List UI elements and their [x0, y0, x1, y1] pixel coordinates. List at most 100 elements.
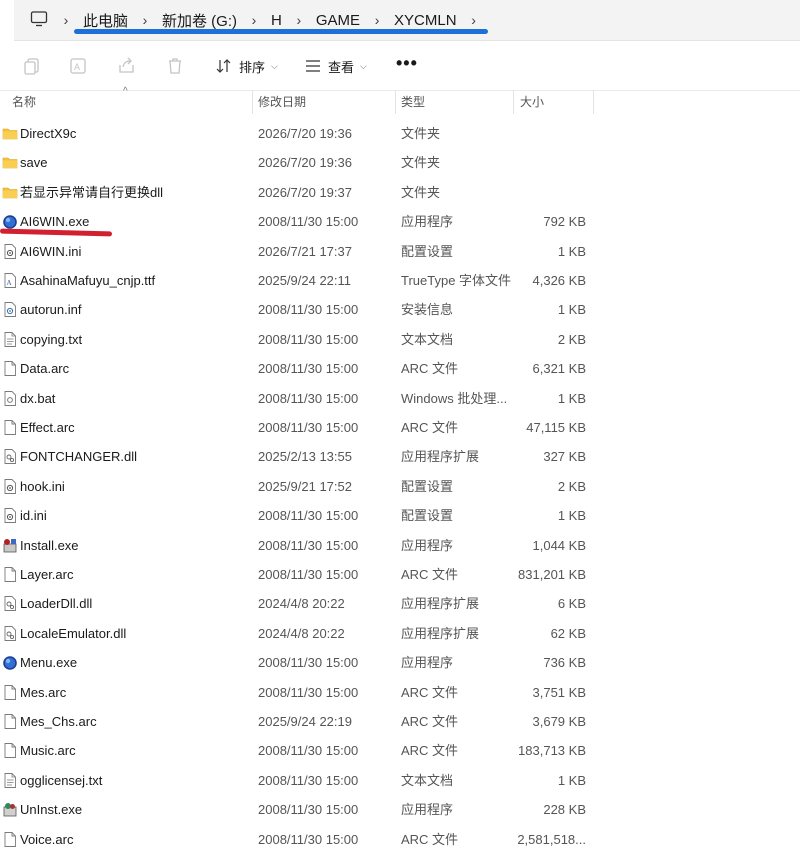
breadcrumb-this-pc[interactable]: 此电脑: [74, 10, 137, 31]
file-size: 1 KB: [557, 508, 586, 524]
computer-icon[interactable]: [30, 10, 48, 28]
share-icon[interactable]: [117, 56, 137, 76]
breadcrumb-xycmln[interactable]: XYCMLN: [385, 12, 466, 29]
file-name: FONTCHANGER.dll: [20, 449, 138, 465]
file-size: 3,751 KB: [532, 684, 587, 700]
file-row[interactable]: Menu.exe 2008/11/30 15:00 应用程序 736 KB: [0, 648, 800, 677]
blank-file-icon: [4, 567, 16, 582]
column-divider[interactable]: [513, 90, 514, 114]
blank-file-icon: [4, 743, 16, 759]
column-header-date[interactable]: 修改日期: [258, 90, 306, 114]
file-row[interactable]: Voice.arc 2008/11/30 15:00 ARC 文件 2,581,518…: [0, 825, 800, 854]
file-size: 1 KB: [557, 302, 586, 318]
file-type: TrueType 字体文件: [401, 273, 511, 288]
file-row[interactable]: Effect.arc 2008/11/30 15:00 ARC 文件 47,115 K…: [0, 413, 800, 442]
file-type: ARC 文件: [401, 361, 459, 377]
blue-globe-app-icon: [3, 215, 17, 229]
column-header-size[interactable]: 大小: [520, 90, 544, 114]
file-type: 文件夹: [401, 126, 441, 141]
file-size: 792 KB: [543, 214, 586, 230]
file-name: LoaderDll.dll: [20, 596, 93, 612]
delete-icon[interactable]: [165, 56, 185, 76]
file-type: 配置设置: [401, 478, 454, 494]
file-size: 2,581,518...: [517, 831, 586, 847]
file-type: 应用程序扩展: [401, 449, 480, 465]
file-row[interactable]: AI6WIN.exe 2008/11/30 15:00 应用程序 792 KB: [0, 207, 800, 236]
file-size: 183,713 KB: [518, 743, 586, 759]
file-row[interactable]: A AsahinaMafuyu_cnjp.ttf 2025/9/24 22:11 Tr…: [0, 266, 800, 295]
file-row[interactable]: LoaderDll.dll 2024/4/8 20:22 应用程序扩展 6 KB: [0, 589, 800, 618]
file-size: 6 KB: [557, 596, 586, 612]
file-row[interactable]: ogglicensej.txt 2008/11/30 15:00 文本文档 1 KB: [0, 766, 800, 795]
file-name: DirectX9c: [20, 126, 77, 141]
file-name: Music.arc: [20, 743, 76, 759]
copy-icon[interactable]: [22, 56, 42, 76]
file-date: 2008/11/30 15:00: [258, 420, 359, 435]
file-row[interactable]: dx.bat 2008/11/30 15:00 Windows 批处理... 1 KB: [0, 384, 800, 413]
file-name: AI6WIN.ini: [20, 243, 82, 259]
address-bar[interactable]: › 此电脑 › 新加卷 (G:) › H › GAME › XYCMLN ›: [14, 0, 800, 41]
file-date: 2008/11/30 15:00: [258, 214, 359, 230]
blank-file-icon: [4, 714, 16, 729]
file-row[interactable]: Music.arc 2008/11/30 15:00 ARC 文件 183,713 K…: [0, 736, 800, 765]
file-date: 2025/9/24 22:19: [258, 714, 352, 729]
file-row[interactable]: Install.exe 2008/11/30 15:00 应用程序 1,044 KB: [0, 531, 800, 560]
file-row[interactable]: Mes.arc 2008/11/30 15:00 ARC 文件 3,751 KB: [0, 678, 800, 707]
column-header-name[interactable]: 名称: [12, 90, 36, 114]
chevron-right-icon[interactable]: ›: [291, 0, 307, 40]
breadcrumb-h[interactable]: H: [262, 12, 291, 29]
chevron-down-icon: ⌵: [271, 60, 278, 71]
file-date: 2008/11/30 15:00: [258, 302, 359, 318]
file-type: 文本文档: [401, 331, 454, 347]
file-name: copying.txt: [20, 331, 83, 347]
installer-icon: [3, 538, 17, 552]
file-size: 1,044 KB: [532, 537, 587, 553]
file-size: 2 KB: [557, 478, 586, 494]
view-button[interactable]: 查看 ⌵: [304, 53, 367, 79]
file-name: hook.ini: [20, 478, 65, 494]
settings-file-icon: [4, 478, 16, 494]
file-date: 2025/9/24 22:11: [258, 273, 352, 288]
file-row[interactable]: save 2026/7/20 19:36 文件夹: [0, 148, 800, 177]
rename-icon[interactable]: A: [69, 56, 89, 76]
breadcrumb-game[interactable]: GAME: [307, 12, 369, 29]
file-row[interactable]: Mes_Chs.arc 2025/9/24 22:19 ARC 文件 3,679 KB: [0, 707, 800, 736]
file-type: 应用程序: [401, 214, 454, 230]
file-row[interactable]: FONTCHANGER.dll 2025/2/13 13:55 应用程序扩展 327 …: [0, 442, 800, 471]
chevron-right-icon[interactable]: ›: [466, 0, 482, 40]
breadcrumb-drive[interactable]: 新加卷 (G:): [153, 10, 246, 31]
file-row[interactable]: UnInst.exe 2008/11/30 15:00 应用程序 228 KB: [0, 795, 800, 824]
file-row[interactable]: id.ini 2008/11/30 15:00 配置设置 1 KB: [0, 501, 800, 530]
sort-button[interactable]: 排序 ⌵: [215, 53, 278, 79]
column-divider[interactable]: [593, 90, 594, 114]
svg-text:A: A: [74, 62, 80, 72]
file-row[interactable]: LocaleEmulator.dll 2024/4/8 20:22 应用程序扩展 62…: [0, 619, 800, 648]
file-row[interactable]: 若显示异常请自行更换dll 2026/7/20 19:37 文件夹: [0, 178, 800, 207]
file-row[interactable]: DirectX9c 2026/7/20 19:36 文件夹: [0, 119, 800, 148]
file-row[interactable]: Data.arc 2008/11/30 15:00 ARC 文件 6,321 KB: [0, 354, 800, 383]
file-date: 2025/9/21 17:52: [258, 478, 352, 494]
folder-icon: [2, 158, 18, 169]
chevron-right-icon[interactable]: ›: [369, 0, 385, 40]
file-name: ogglicensej.txt: [20, 772, 103, 788]
file-row[interactable]: Layer.arc 2008/11/30 15:00 ARC 文件 831,201 K…: [0, 560, 800, 589]
chevron-right-icon[interactable]: ›: [246, 0, 262, 40]
file-row[interactable]: AI6WIN.ini 2026/7/21 17:37 配置设置 1 KB: [0, 237, 800, 266]
chevron-right-icon[interactable]: ›: [58, 0, 74, 40]
chevron-right-icon[interactable]: ›: [137, 0, 153, 40]
file-row[interactable]: copying.txt 2008/11/30 15:00 文本文档 2 KB: [0, 325, 800, 354]
file-name: Data.arc: [20, 361, 70, 377]
text-file-icon: [4, 772, 16, 788]
column-divider[interactable]: [395, 90, 396, 114]
file-name: id.ini: [20, 508, 47, 524]
file-name: Install.exe: [20, 537, 79, 553]
file-row[interactable]: autorun.inf 2008/11/30 15:00 安装信息 1 KB: [0, 295, 800, 324]
more-options-button[interactable]: •••: [396, 53, 418, 74]
column-header-type[interactable]: 类型: [401, 90, 425, 114]
file-date: 2024/4/8 20:22: [258, 596, 345, 612]
file-name: Menu.exe: [20, 655, 78, 671]
file-date: 2025/2/13 13:55: [258, 449, 352, 465]
file-type: Windows 批处理...: [401, 390, 508, 406]
column-divider[interactable]: [252, 90, 253, 114]
file-row[interactable]: hook.ini 2025/9/21 17:52 配置设置 2 KB: [0, 472, 800, 501]
